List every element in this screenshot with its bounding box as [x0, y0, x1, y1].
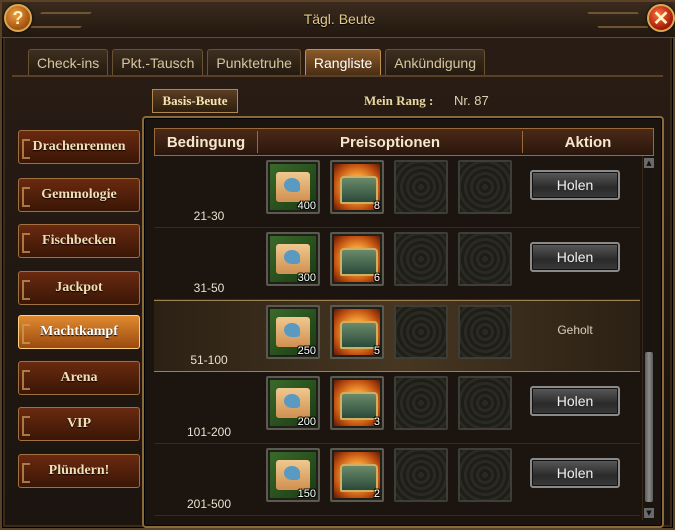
table-row: 200 3 Holen 101-200 [154, 372, 640, 444]
ranking-panel: Bedingung Preisoptionen Aktion 400 8 Hol… [142, 116, 664, 528]
title-bar: ? Tägl. Beute ✕ [2, 2, 675, 38]
rank-range: 51-100 [190, 353, 228, 367]
table-row: 300 6 Holen 31-50 [154, 228, 640, 300]
sidebar-item-jackpot[interactable]: Jackpot [18, 271, 140, 305]
tab-check-ins[interactable]: Check-ins [28, 49, 109, 75]
item-quantity: 300 [297, 272, 316, 284]
window-title: Tägl. Beute [303, 11, 376, 27]
table-header: Bedingung Preisoptionen Aktion [154, 128, 654, 156]
claim-button[interactable]: Holen [530, 170, 620, 200]
sidebar-item-arena[interactable]: Arena [18, 361, 140, 395]
scroll-thumb[interactable] [645, 352, 653, 502]
table-row-current-rank: 250 5 Geholt 51-100 [154, 300, 640, 372]
item-quantity: 6 [373, 272, 380, 284]
scroll-down-arrow-icon[interactable]: ▼ [644, 508, 654, 518]
sub-tab-basic-loot[interactable]: Basis-Beute [152, 89, 238, 113]
reward-slot[interactable]: 200 [266, 376, 320, 430]
sidebar-item-fischbecken[interactable]: Fischbecken [18, 224, 140, 258]
item-quantity: 3 [373, 416, 380, 428]
reward-slot[interactable]: 400 [266, 160, 320, 214]
tab-ranking[interactable]: Rangliste [304, 49, 382, 75]
item-quantity: 400 [297, 200, 316, 212]
empty-slot [458, 305, 512, 359]
tab-bar: Check-ins Pkt.-Tausch Punktetruhe Rangli… [28, 49, 486, 75]
claimed-status: Geholt [557, 323, 593, 337]
my-rank-label: Mein Rang : [364, 93, 434, 108]
table-row: 400 8 Holen 21-30 [154, 156, 640, 228]
reward-slot[interactable]: 5 [330, 305, 384, 359]
header-rewards: Preisoptionen [339, 133, 440, 151]
item-quantity: 5 [373, 345, 380, 357]
daily-loot-window: ? Tägl. Beute ✕ Check-ins Pkt.-Tausch Pu… [0, 0, 675, 530]
sidebar-item-vip[interactable]: VIP [18, 407, 140, 441]
tab-announcement[interactable]: Ankündigung [385, 49, 486, 75]
empty-slot [394, 232, 448, 286]
item-quantity: 8 [373, 200, 380, 212]
header-action: Aktion [564, 133, 612, 151]
scroll-up-arrow-icon[interactable]: ▲ [644, 158, 654, 168]
item-quantity: 150 [297, 488, 316, 500]
empty-slot [394, 305, 448, 359]
reward-slot[interactable]: 250 [266, 305, 320, 359]
sidebar-item-drachenrennen[interactable]: Drachenrennen [18, 130, 140, 164]
empty-slot [458, 376, 512, 430]
table-row: 150 2 Holen 201-500 [154, 444, 640, 516]
reward-slot[interactable]: 2 [330, 448, 384, 502]
rank-range: 31-50 [193, 281, 225, 295]
empty-slot [394, 448, 448, 502]
claim-button[interactable]: Holen [530, 458, 620, 488]
vertical-scrollbar[interactable]: ▲ ▼ [642, 156, 654, 520]
claim-button[interactable]: Holen [530, 242, 620, 272]
item-quantity: 2 [373, 488, 380, 500]
reward-slot[interactable]: 6 [330, 232, 384, 286]
reward-slot[interactable]: 300 [266, 232, 320, 286]
sidebar-item-pluendern[interactable]: Plündern! [18, 454, 140, 488]
item-quantity: 250 [297, 345, 316, 357]
sidebar-item-gemmologie[interactable]: Gemmologie [18, 178, 140, 212]
claim-button[interactable]: Holen [530, 386, 620, 416]
rank-range: 201-500 [186, 497, 232, 511]
empty-slot [394, 376, 448, 430]
item-quantity: 200 [297, 416, 316, 428]
empty-slot [458, 232, 512, 286]
sidebar-item-machtkampf[interactable]: Machtkampf [18, 315, 140, 349]
reward-slot[interactable]: 3 [330, 376, 384, 430]
empty-slot [458, 160, 512, 214]
reward-rows: 400 8 Holen 21-30 300 6 Holen 31-50 250 … [154, 156, 640, 522]
tab-divider [12, 75, 663, 77]
close-button[interactable]: ✕ [647, 4, 675, 32]
my-rank-value: Nr. 87 [454, 93, 489, 108]
reward-slot[interactable]: 8 [330, 160, 384, 214]
rank-range: 21-30 [193, 209, 225, 223]
tab-points-exchange[interactable]: Pkt.-Tausch [112, 49, 204, 75]
tab-points-chest[interactable]: Punktetruhe [207, 49, 301, 75]
title-ornament-right [587, 12, 649, 28]
reward-slot[interactable]: 150 [266, 448, 320, 502]
header-condition: Bedingung [166, 133, 246, 151]
empty-slot [458, 448, 512, 502]
rank-range: 101-200 [186, 425, 232, 439]
empty-slot [394, 160, 448, 214]
